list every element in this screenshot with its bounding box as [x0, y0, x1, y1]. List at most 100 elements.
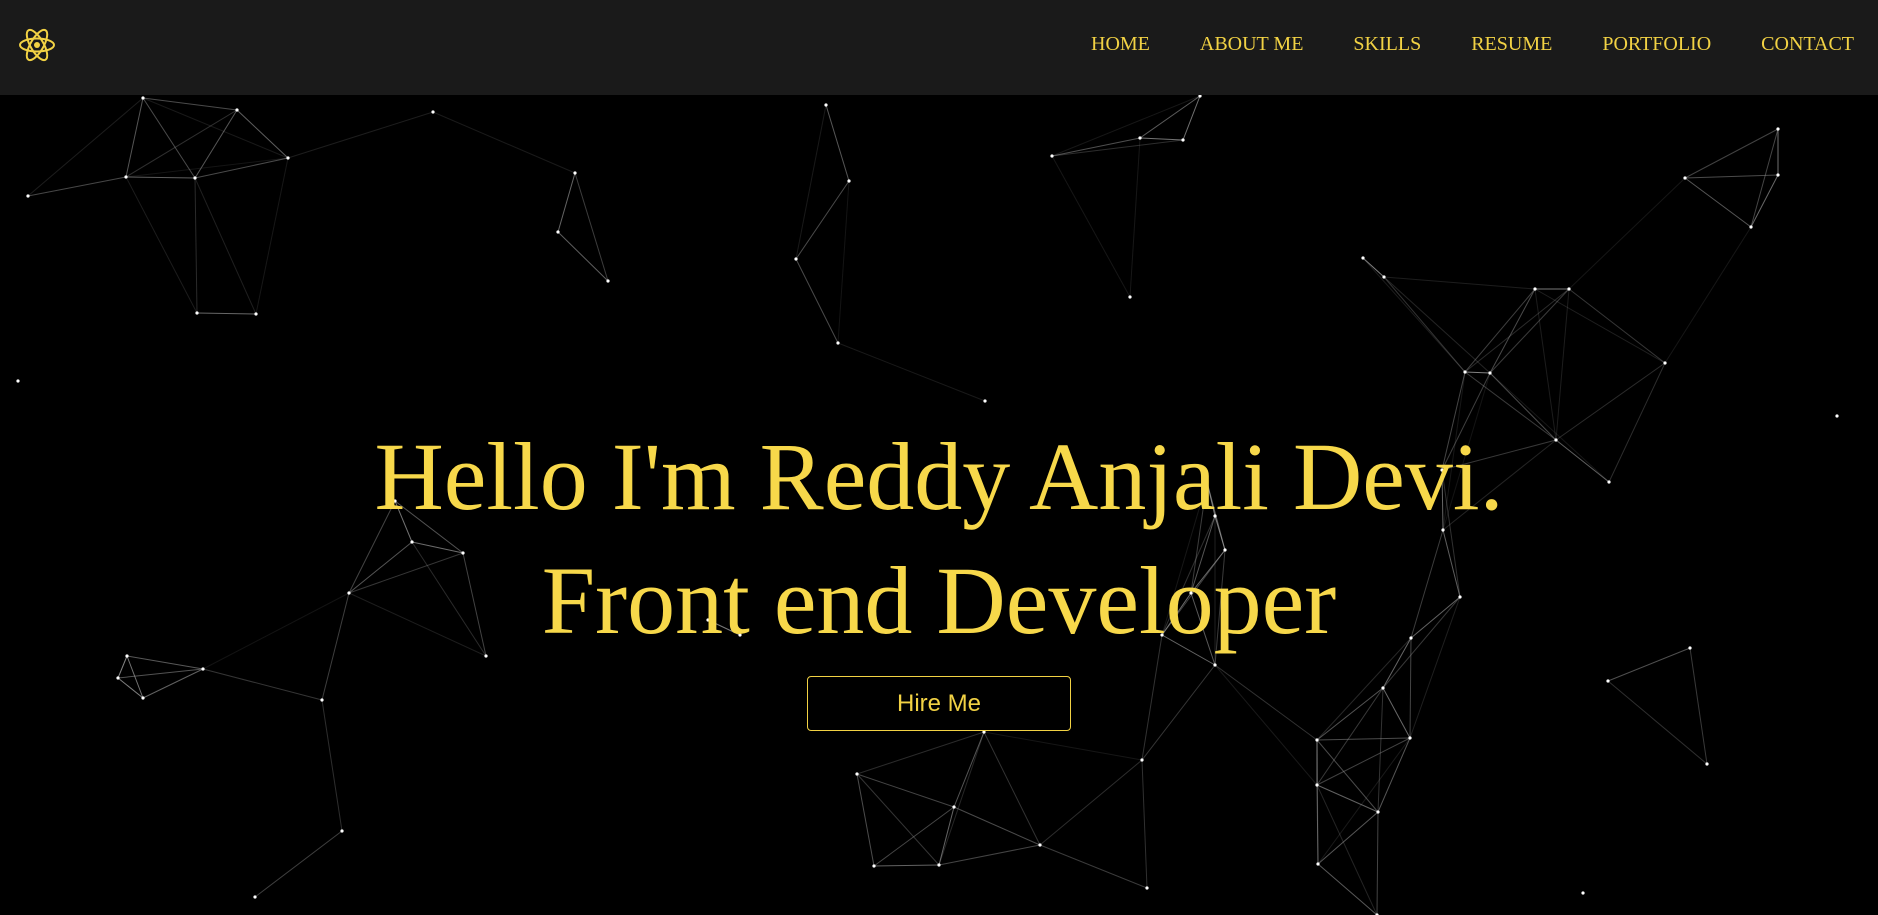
network-line [236, 109, 289, 159]
nav-skills[interactable]: SKILLS [1353, 31, 1421, 57]
nav-contact[interactable]: CONTACT [1761, 31, 1854, 57]
network-line [1750, 174, 1779, 228]
network-node [1213, 663, 1217, 667]
network-line [1139, 137, 1184, 141]
network-node [1050, 154, 1054, 158]
network-node [1382, 275, 1386, 279]
network-line [194, 109, 238, 179]
network-line [938, 731, 985, 866]
network-line [856, 773, 875, 867]
network-node [1533, 287, 1537, 291]
network-line [125, 176, 196, 179]
network-line [1607, 680, 1708, 765]
network-node [1683, 176, 1687, 180]
network-node [1408, 736, 1412, 740]
network-line [1214, 664, 1318, 741]
network-node [872, 864, 876, 868]
network-line [1141, 664, 1216, 761]
network-line [1684, 174, 1779, 179]
network-line [1182, 95, 1201, 141]
network-node [1463, 370, 1467, 374]
network-line [1382, 687, 1411, 739]
network-line [1316, 784, 1379, 813]
network-line [557, 172, 576, 233]
network-line [953, 806, 1041, 846]
network-node [1316, 862, 1320, 866]
network-node [836, 341, 840, 345]
network-node [952, 805, 956, 809]
network-line [1383, 276, 1536, 290]
network-node [855, 772, 859, 776]
network-node [983, 399, 987, 403]
network-node [937, 863, 941, 867]
network-line [194, 177, 198, 314]
network-line [1464, 371, 1491, 374]
network-line [1464, 288, 1536, 373]
network-node [320, 698, 324, 702]
network-node [606, 279, 610, 283]
network-node [1749, 225, 1753, 229]
network-node [1315, 738, 1319, 742]
network-line [837, 342, 986, 402]
network-line [856, 731, 985, 775]
network-line [255, 157, 289, 315]
network-line [1039, 844, 1148, 889]
nav-resume[interactable]: RESUME [1471, 31, 1552, 57]
nav-home[interactable]: HOME [1091, 31, 1150, 57]
network-line [1141, 759, 1148, 889]
network-line [125, 176, 198, 314]
network-line [1316, 737, 1411, 741]
network-line [1689, 647, 1708, 765]
network-line [1383, 276, 1491, 374]
network-line [1316, 687, 1384, 741]
network-line [1664, 226, 1752, 364]
network-line [1464, 288, 1570, 373]
network-node [286, 156, 290, 160]
network-node [1376, 810, 1380, 814]
network-node [1776, 173, 1780, 177]
network-node [201, 667, 205, 671]
network-node [253, 895, 257, 899]
network-node [1488, 371, 1492, 375]
network-node [1361, 256, 1365, 260]
hero-role: Front end Developer [541, 547, 1337, 654]
network-line [1214, 664, 1318, 786]
nav-about-me[interactable]: ABOUT ME [1200, 31, 1304, 57]
hire-me-button[interactable]: Hire Me [807, 676, 1071, 731]
react-atom-icon[interactable] [17, 27, 57, 63]
network-node [116, 676, 120, 680]
network-line [1383, 276, 1466, 373]
network-node [1381, 686, 1385, 690]
network-line [321, 699, 343, 832]
network-node [1145, 886, 1149, 890]
network-node [26, 194, 30, 198]
network-node [1567, 287, 1571, 291]
network-line [27, 97, 144, 197]
network-node [556, 230, 560, 234]
network-line [142, 668, 204, 699]
network-node [340, 829, 344, 833]
network-node [1663, 361, 1667, 365]
network-line [125, 109, 238, 178]
network-line [1317, 863, 1378, 915]
network-line [795, 258, 839, 344]
network-node [1181, 138, 1185, 142]
network-line [27, 176, 127, 197]
network-line [1362, 257, 1466, 373]
network-node [794, 257, 798, 261]
network-line [1316, 687, 1384, 786]
network-line [1489, 288, 1570, 374]
network-node [195, 311, 199, 315]
network-node [16, 379, 20, 383]
network-node [1705, 762, 1709, 766]
network-line [1568, 177, 1686, 290]
network-line [142, 97, 196, 179]
network-line [825, 104, 850, 182]
network-node [1138, 136, 1142, 140]
network-line [1316, 739, 1379, 813]
nav-portfolio[interactable]: PORTFOLIO [1602, 31, 1711, 57]
network-line [1051, 155, 1131, 298]
network-line [1316, 784, 1378, 915]
network-node [1315, 783, 1319, 787]
network-node [254, 312, 258, 316]
